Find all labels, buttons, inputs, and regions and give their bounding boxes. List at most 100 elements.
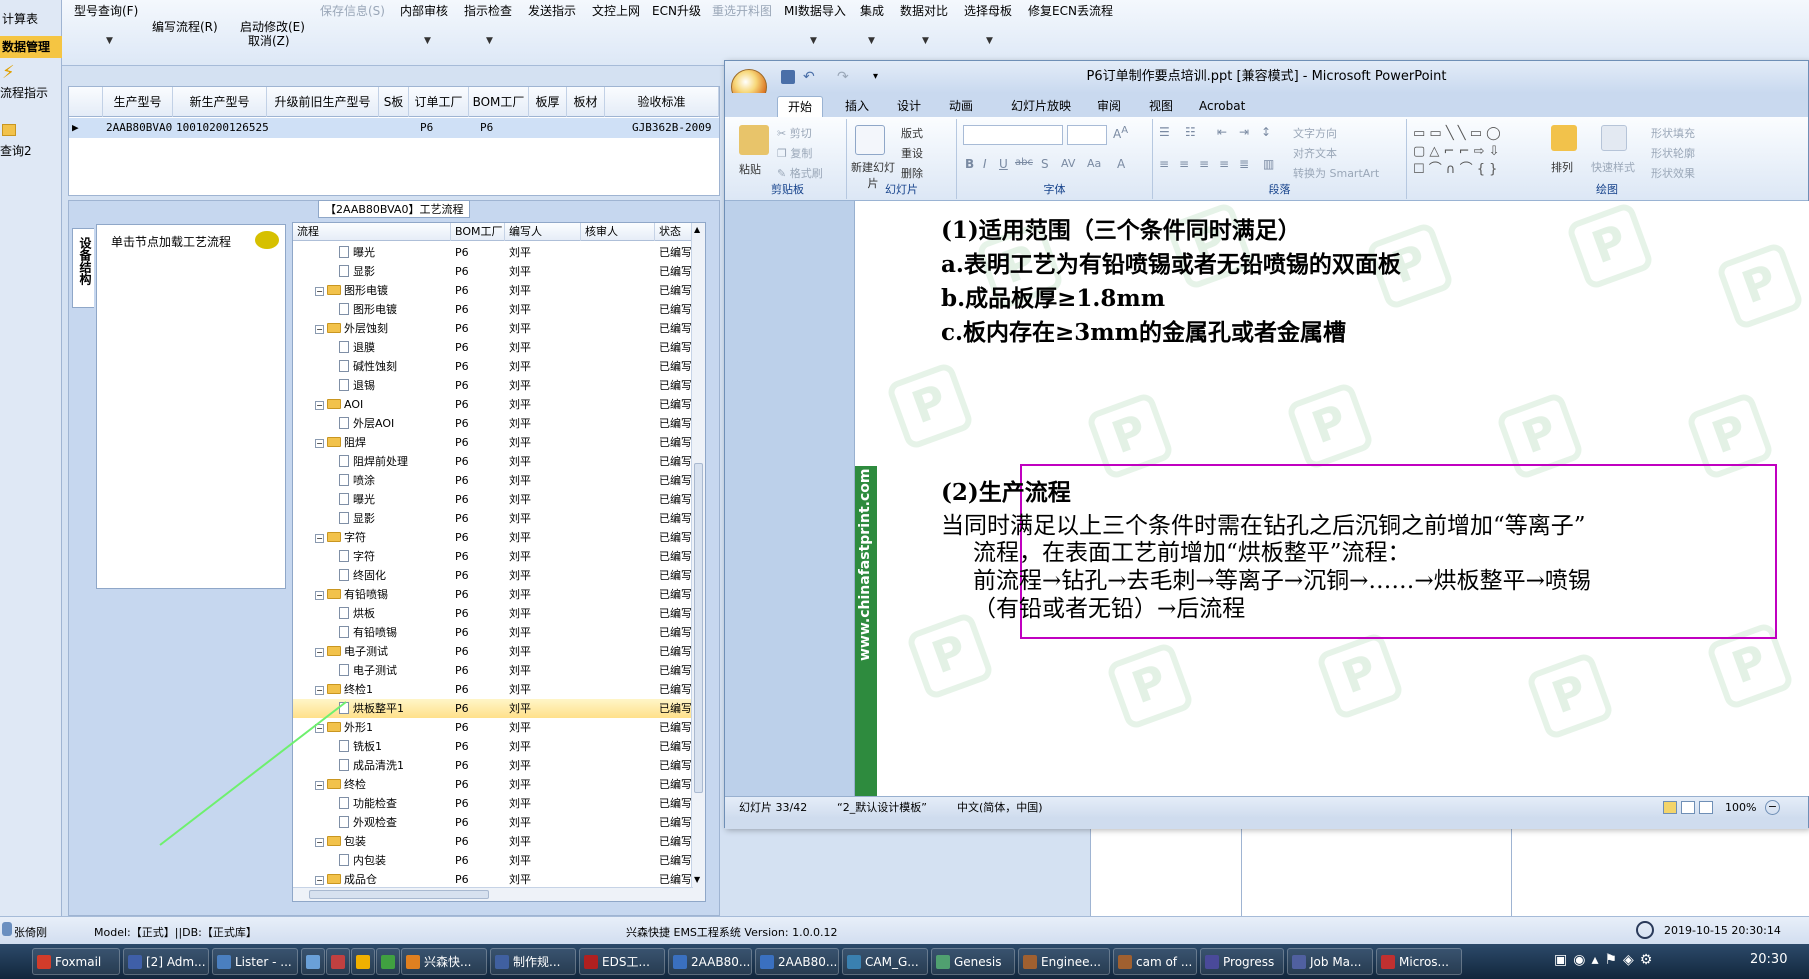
tree-node[interactable]: − 阻焊 [315, 433, 451, 452]
tree-row[interactable]: − 包装 P6 刘平 已编写 [293, 832, 693, 851]
tree-node[interactable]: 曝光 [339, 490, 451, 509]
tree-node[interactable]: 终固化 [339, 566, 451, 585]
tree-row[interactable]: − 外层蚀刻 P6 刘平 已编写 [293, 319, 693, 338]
scroll-thumb[interactable] [694, 463, 703, 793]
taskbar-clock[interactable]: 20:30 [1750, 952, 1787, 967]
taskbar-button[interactable]: [2] Adm... [123, 948, 209, 975]
tree-node[interactable]: 字符 [339, 547, 451, 566]
new-slide-icon[interactable] [855, 125, 885, 155]
nav-item-query2[interactable]: 查询2 [0, 120, 62, 162]
scroll-thumb[interactable] [309, 890, 489, 899]
grow-font-icon[interactable]: AA [1113, 125, 1128, 141]
italic-icon[interactable]: I [983, 157, 987, 171]
collapse-icon[interactable]: − [315, 287, 324, 296]
tree-row[interactable]: 退锡 P6 刘平 已编写 [293, 376, 693, 395]
tree-node[interactable]: − 外形1 [315, 718, 451, 737]
tree-node[interactable]: 功能检查 [339, 794, 451, 813]
tree-row[interactable]: 外观检查 P6 刘平 已编写 [293, 813, 693, 832]
taskbar-button[interactable]: Genesis [931, 948, 1015, 975]
cut-button[interactable]: ✂ 剪切 [777, 125, 812, 141]
tree-row[interactable]: 曝光 P6 刘平 已编写 [293, 490, 693, 509]
decrease-indent-icon[interactable]: ⇤ [1217, 125, 1227, 139]
tab-acrobat[interactable]: Acrobat [1189, 96, 1255, 117]
bold-icon[interactable]: B [965, 157, 974, 171]
tree-row[interactable]: − 图形电镀 P6 刘平 已编写 [293, 281, 693, 300]
taskbar-button[interactable]: Foxmail [32, 948, 120, 975]
model-query-button[interactable]: 型号查询(F) [74, 2, 138, 19]
collapse-icon[interactable]: − [315, 591, 324, 600]
tree-node[interactable]: − 电子测试 [315, 642, 451, 661]
tree-row[interactable]: 烘板整平1 P6 刘平 已编写 [293, 699, 693, 718]
align-text-button[interactable]: 对齐文本 [1293, 145, 1337, 161]
copy-button[interactable]: ❐ 复制 [777, 145, 812, 161]
send-indication-button[interactable]: 发送指示 [528, 2, 576, 19]
tree-node[interactable]: 退膜 [339, 338, 451, 357]
numbering-icon[interactable]: ☷ [1185, 125, 1196, 139]
column-header[interactable]: 订单工厂 [409, 87, 469, 117]
increase-indent-icon[interactable]: ⇥ [1239, 125, 1249, 139]
tree-row[interactable]: − 终检1 P6 刘平 已编写 [293, 680, 693, 699]
collapse-icon[interactable]: − [315, 876, 324, 885]
column-header[interactable]: 验收标准 [605, 87, 719, 117]
save-icon[interactable] [781, 70, 795, 84]
tree-row[interactable]: 图形电镀 P6 刘平 已编写 [293, 300, 693, 319]
collapse-icon[interactable]: − [315, 534, 324, 543]
chevron-down-icon[interactable]: ▼ [810, 36, 817, 46]
undo-icon[interactable]: ↶ [803, 61, 815, 93]
tree-row[interactable]: − 阻焊 P6 刘平 已编写 [293, 433, 693, 452]
collapse-icon[interactable]: − [315, 439, 324, 448]
horizontal-scrollbar[interactable] [293, 887, 693, 901]
column-header[interactable]: 板厚 [529, 87, 567, 117]
tree-node[interactable]: 有铅喷锡 [339, 623, 451, 642]
taskbar-button[interactable]: CAM_G... [842, 948, 928, 975]
font-name-input[interactable] [963, 125, 1063, 145]
tree-row[interactable]: 曝光 P6 刘平 已编写 [293, 243, 693, 262]
format-painter-button[interactable]: ✎ 格式刷 [777, 165, 823, 181]
tree-row[interactable]: 成品清洗1 P6 刘平 已编写 [293, 756, 693, 775]
tree-row[interactable]: 外层AOI P6 刘平 已编写 [293, 414, 693, 433]
taskbar-button[interactable] [351, 948, 375, 975]
taskbar-button[interactable]: Enginee... [1018, 948, 1110, 975]
taskbar-button[interactable]: 制作规... [490, 948, 576, 975]
tree-row[interactable]: 功能检查 P6 刘平 已编写 [293, 794, 693, 813]
redo-icon[interactable]: ↷ [837, 61, 849, 93]
column-header[interactable]: S板 [379, 87, 409, 117]
column-header[interactable]: 生产型号 [103, 87, 173, 117]
tree-row[interactable]: − AOI P6 刘平 已编写 [293, 395, 693, 414]
shapes-gallery[interactable]: ▭ ▭ ╲ ╲ ▭ ◯ ▢ △ ⌐ ⌐ ⇨ ⇩ ☐ ⌒ ∩ ⌒ { } [1413, 125, 1541, 179]
tree-node[interactable]: − 字符 [315, 528, 451, 547]
tree-row[interactable]: − 外形1 P6 刘平 已编写 [293, 718, 693, 737]
taskbar-button[interactable] [326, 948, 350, 975]
tree-row[interactable]: − 有铅喷锡 P6 刘平 已编写 [293, 585, 693, 604]
collapse-icon[interactable]: − [315, 648, 324, 657]
taskbar-button[interactable]: Micros... [1376, 948, 1462, 975]
paste-icon[interactable] [739, 125, 769, 155]
save-info-button[interactable]: 保存信息(S) [320, 2, 385, 19]
tree-node[interactable]: − AOI [315, 395, 451, 414]
tree-node[interactable]: 退锡 [339, 376, 451, 395]
column-header[interactable]: BOM工厂 [469, 87, 529, 117]
tree-row[interactable]: 字符 P6 刘平 已编写 [293, 547, 693, 566]
distribute-icon[interactable]: ≣ [1239, 157, 1249, 171]
underline-icon[interactable]: U [999, 157, 1008, 171]
column-header[interactable]: 升级前旧生产型号 [267, 87, 379, 117]
column-header[interactable]: 核审人 [581, 223, 655, 241]
taskbar-button[interactable]: 2AAB80... [668, 948, 752, 975]
align-left-icon[interactable]: ≡ [1159, 157, 1169, 171]
quick-styles-icon[interactable] [1601, 125, 1627, 151]
chevron-down-icon[interactable]: ▼ [486, 36, 493, 46]
tree-row[interactable]: − 电子测试 P6 刘平 已编写 [293, 642, 693, 661]
tree-node[interactable]: 喷涂 [339, 471, 451, 490]
tree-row[interactable]: 显影 P6 刘平 已编写 [293, 509, 693, 528]
taskbar-button[interactable]: Lister - ... [212, 948, 298, 975]
fix-ecn-flow-button[interactable]: 修复ECN丢流程 [1028, 2, 1113, 19]
arrange-icon[interactable] [1551, 125, 1577, 151]
tree-node[interactable]: − 包装 [315, 832, 451, 851]
arrange-button[interactable]: 排列 [1551, 159, 1573, 175]
tree-node[interactable]: 内包装 [339, 851, 451, 870]
taskbar-button[interactable]: Progress [1200, 948, 1284, 975]
taskbar-button[interactable] [376, 948, 400, 975]
tree-row[interactable]: 喷涂 P6 刘平 已编写 [293, 471, 693, 490]
tab-design[interactable]: 设计 [887, 96, 931, 117]
column-header[interactable]: 流程 [293, 223, 451, 241]
